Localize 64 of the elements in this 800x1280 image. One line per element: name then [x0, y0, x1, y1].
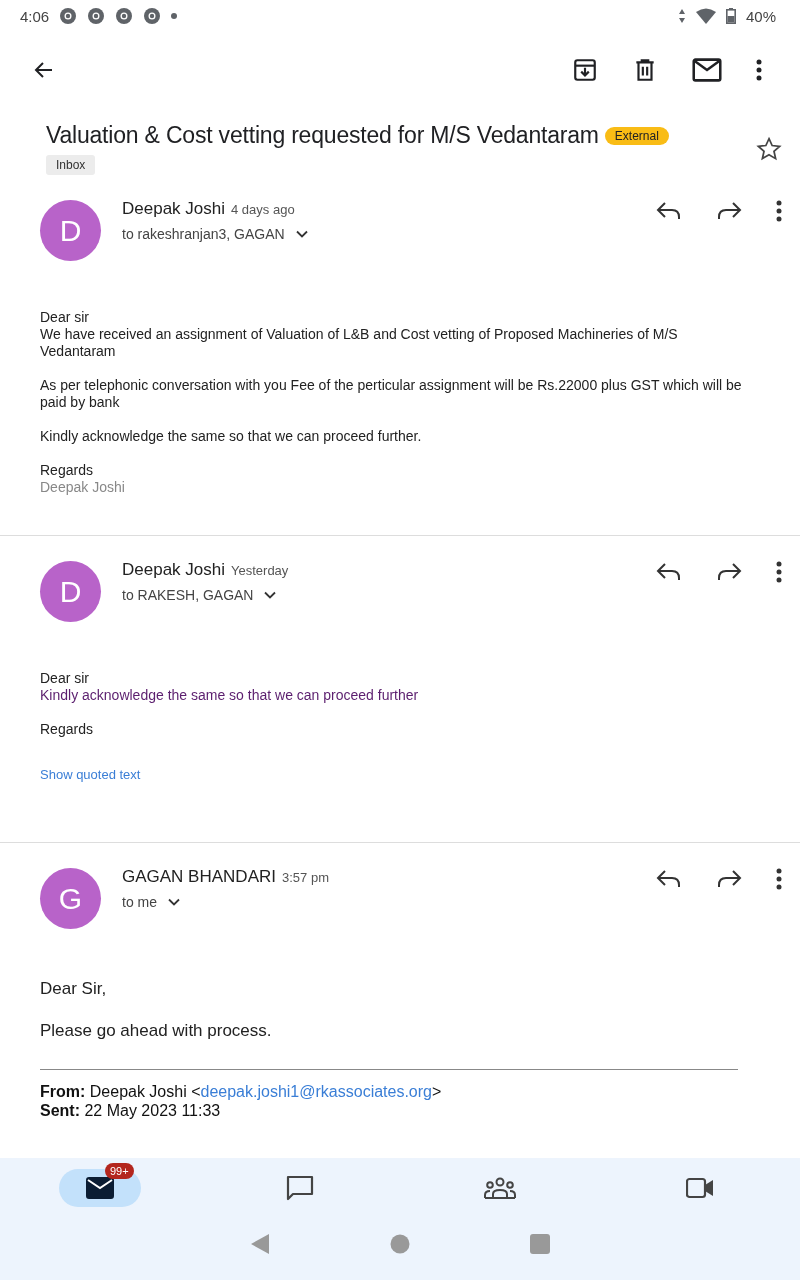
inbox-label[interactable]: Inbox [46, 155, 96, 175]
wifi-icon [695, 8, 716, 24]
sender-avatar: D [40, 200, 101, 261]
unread-count-badge: 99+ [105, 1163, 134, 1179]
message-text: Regards [40, 721, 93, 738]
chat-bubble-icon [286, 1175, 314, 1201]
more-options-icon[interactable] [776, 561, 782, 583]
star-icon[interactable] [756, 136, 782, 162]
mail-tab[interactable] [59, 1169, 141, 1207]
more-options-icon[interactable] [776, 200, 782, 222]
reply-icon[interactable] [656, 562, 682, 582]
recipients: to rakeshranjan3, GAGAN [122, 226, 285, 242]
message-time: 3:57 pm [282, 870, 329, 885]
message-time: Yesterday [231, 563, 289, 578]
email-link[interactable]: deepak.joshi1@rkassociates.org [200, 1083, 432, 1100]
more-notifications-icon [171, 13, 178, 19]
message-time: 4 days ago [231, 202, 295, 217]
notification-icon [59, 7, 78, 25]
people-icon [484, 1177, 516, 1199]
sent-line: Sent: 22 May 2023 11:33 [40, 1101, 221, 1120]
sender-name: Deepak Joshi [122, 560, 225, 580]
quoted-text: Kindly acknowledge the same so that we can proceed further [40, 687, 419, 704]
notification-icon [143, 7, 162, 25]
envelope-icon[interactable] [692, 57, 722, 83]
more-options-icon[interactable] [776, 868, 782, 890]
battery-level: 40% [745, 7, 776, 25]
recipients: to RAKESH, GAGAN [122, 587, 254, 603]
message-text: Dear sir [40, 309, 89, 326]
notification-icon [87, 7, 106, 25]
more-options-icon[interactable] [756, 59, 762, 81]
message-text: Dear sir [40, 670, 89, 687]
data-arrows-icon [677, 8, 686, 24]
envelope-icon [86, 1177, 114, 1199]
external-tag: External [604, 126, 669, 145]
archive-icon[interactable] [572, 57, 598, 83]
signature-text: Deepak Joshi [40, 479, 125, 496]
expand-chevron-icon[interactable] [263, 590, 278, 600]
sender-name: GAGAN BHANDARI [122, 867, 276, 887]
email-subject: Valuation & Cost vetting requested for M/S Vedantaram [46, 122, 599, 149]
recipients: to me [122, 894, 157, 910]
message-text: As per telephonic conversation with you Fee of the perticular assignment will be Rs.22000 plus GST which will be paid by bank [40, 377, 743, 411]
from-line: From: Deepak Joshi <deepak.joshi1@rkassociates.org> [40, 1082, 442, 1101]
home-circle-icon[interactable] [390, 1234, 410, 1254]
expand-chevron-icon[interactable] [167, 897, 181, 907]
message-text: Kindly acknowledge the same so that we can proceed further. [40, 428, 422, 445]
sender-name: Deepak Joshi [122, 199, 225, 219]
expand-chevron-icon[interactable] [294, 229, 309, 239]
show-quoted-text-link[interactable]: Show quoted text [40, 767, 141, 782]
message-text: We have received an assignment of Valuation of L&B and Cost vetting of Proposed Machineries of M/S Vedantaram [40, 326, 679, 360]
battery-icon [725, 8, 736, 24]
message-text: Regards [40, 462, 93, 479]
sender-avatar: D [40, 561, 101, 622]
message-text: Dear Sir, [40, 979, 107, 999]
reply-icon[interactable] [656, 869, 682, 889]
back-triangle-icon[interactable] [250, 1233, 270, 1255]
reply-icon[interactable] [656, 201, 682, 221]
video-camera-icon [686, 1177, 714, 1199]
forward-icon[interactable] [716, 869, 742, 889]
forward-icon[interactable] [716, 201, 742, 221]
notification-icon [115, 7, 134, 25]
message-text: Please go ahead with process. [40, 1021, 272, 1041]
status-time: 4:06 [20, 7, 50, 25]
forward-icon[interactable] [716, 562, 742, 582]
sender-avatar: G [40, 868, 101, 929]
